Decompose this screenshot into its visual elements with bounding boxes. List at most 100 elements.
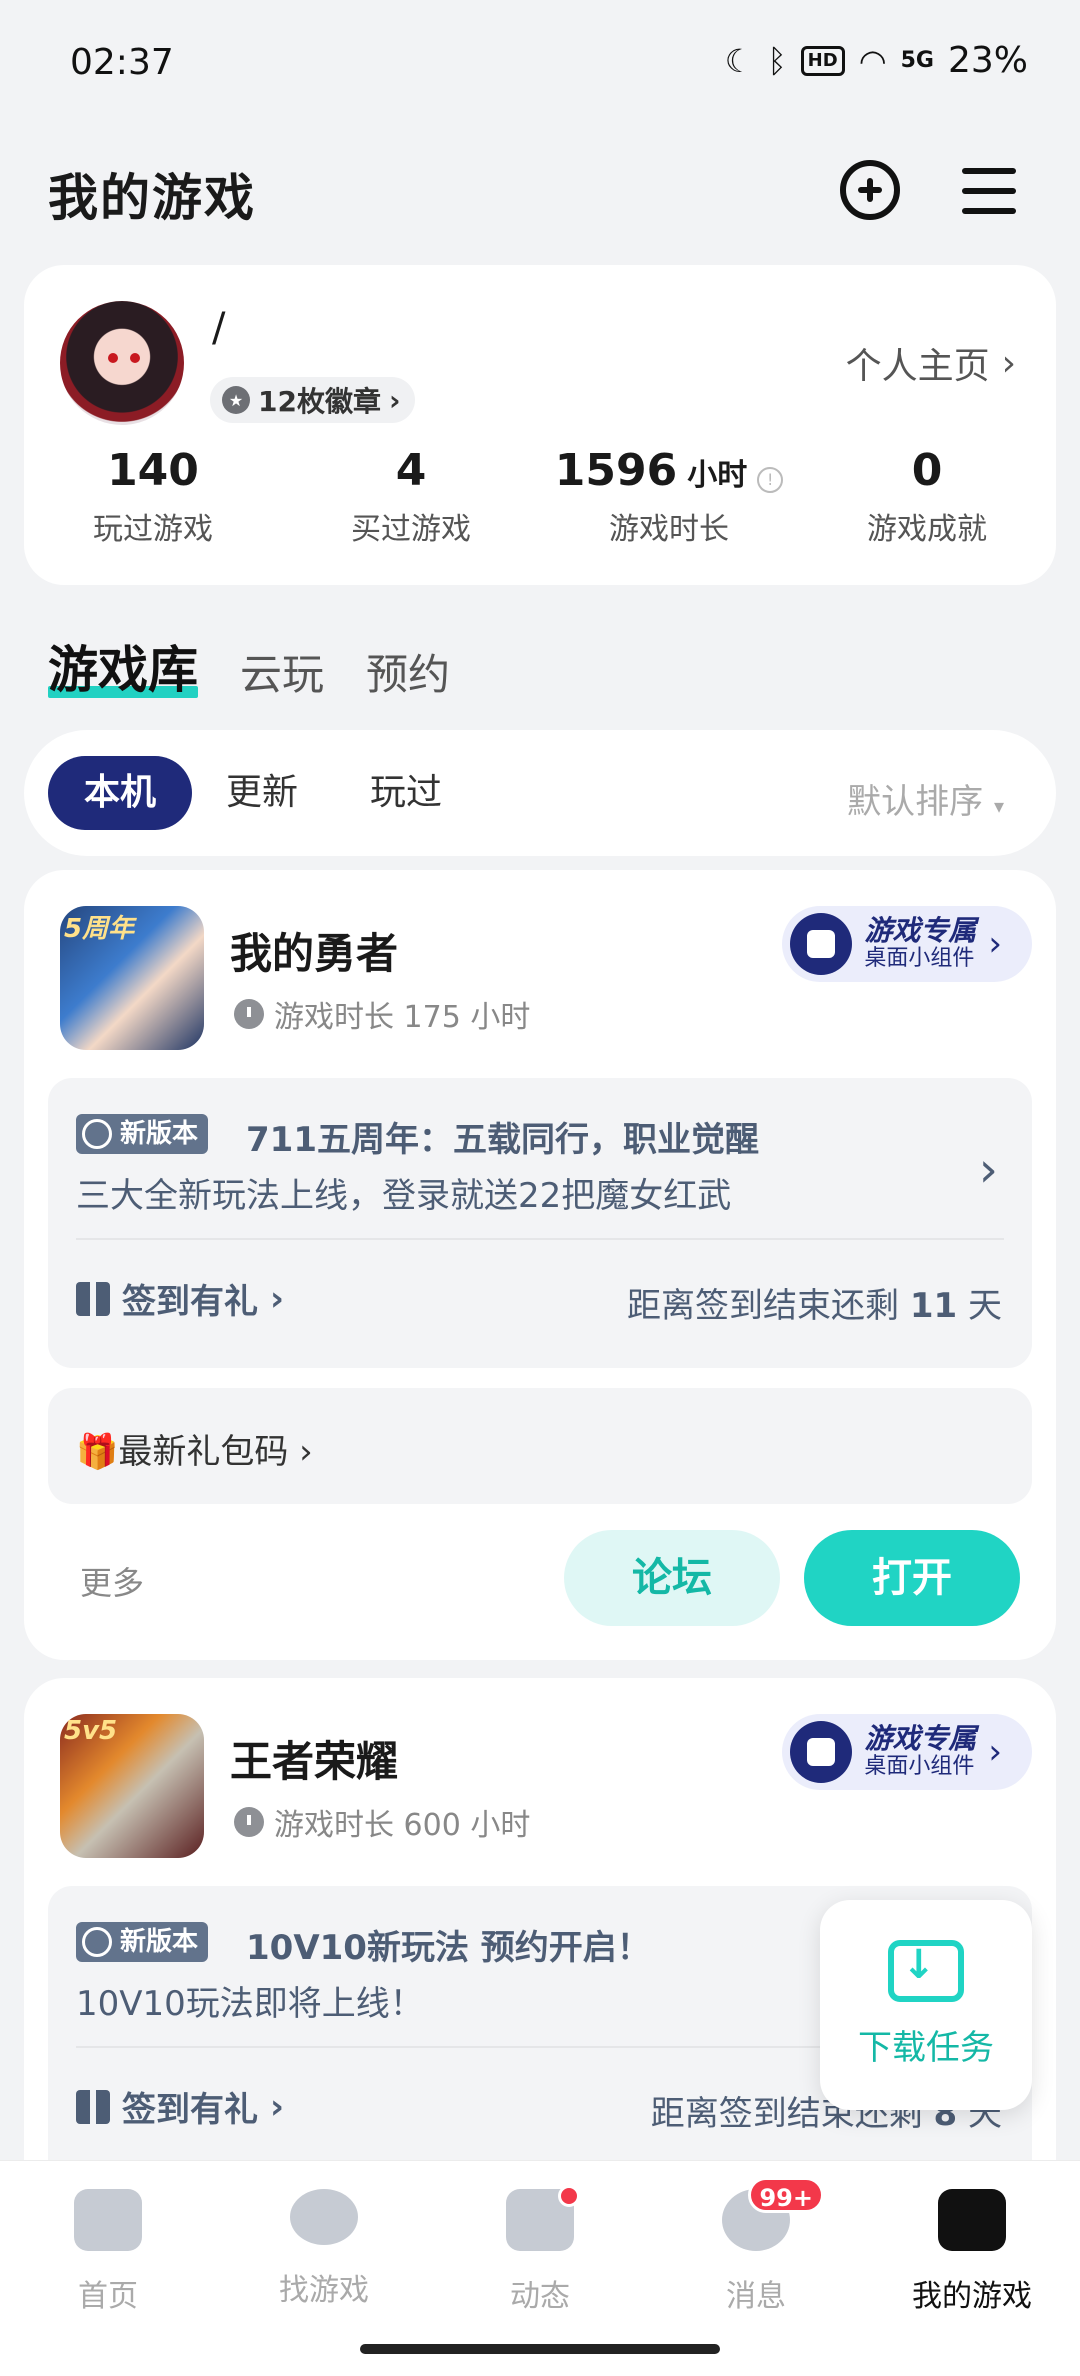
stats-row: 140 玩过游戏 4 买过游戏 1596 小时 ! 游戏时长 0 游戏成就 xyxy=(24,445,1056,548)
filter-bar: 本机 更新 玩过 默认排序 ▾ xyxy=(24,730,1056,856)
homepage-link[interactable]: 个人主页 › xyxy=(846,337,1016,389)
forum-button[interactable]: 论坛 xyxy=(564,1530,780,1626)
game-icon-tag: 5v5 xyxy=(64,1716,118,1746)
info-icon[interactable]: ! xyxy=(757,467,784,493)
game-name[interactable]: 王者荣耀 xyxy=(230,1728,398,1789)
countdown-prefix: 距离签到结束还剩 xyxy=(627,1286,900,1326)
filter-played[interactable]: 玩过 xyxy=(370,756,442,830)
download-task-label: 下载任务 xyxy=(858,2028,994,2068)
avatar[interactable] xyxy=(60,301,184,425)
signin-link[interactable]: 签到有礼 › xyxy=(76,1274,284,1323)
medal-icon: ★ xyxy=(222,386,250,414)
open-button[interactable]: 打开 xyxy=(804,1530,1020,1626)
widget-button[interactable]: 游戏专属 桌面小组件 › xyxy=(782,906,1032,982)
badges-label: 12枚徽章 xyxy=(258,385,381,418)
chevron-right-icon: › xyxy=(978,1142,998,1198)
countdown-days: 11 xyxy=(909,1286,958,1326)
home-indicator[interactable] xyxy=(360,2344,720,2354)
widget-subtitle: 桌面小组件 xyxy=(864,1754,975,1779)
stopwatch-icon xyxy=(234,999,264,1029)
filter-local[interactable]: 本机 xyxy=(48,756,193,830)
game-playtime: 游戏时长 175 小时 xyxy=(234,992,530,1036)
chevron-right-icon: › xyxy=(270,2086,285,2127)
signin-countdown: 距离签到结束还剩 11 天 xyxy=(627,1278,1002,1327)
chevron-right-icon: › xyxy=(388,383,401,417)
nav-label: 找游戏 xyxy=(279,2273,369,2308)
download-icon xyxy=(888,1940,964,2002)
signin-link[interactable]: 签到有礼 › xyxy=(76,2082,284,2131)
stat-label: 游戏成就 xyxy=(867,512,987,547)
username: / xyxy=(212,305,226,351)
chevron-right-icon: › xyxy=(988,924,1002,964)
sort-dropdown[interactable]: 默认排序 ▾ xyxy=(847,774,1004,823)
news-description: 三大全新玩法上线，登录就送22把魔女红武 xyxy=(76,1176,732,1216)
stat-achievements[interactable]: 0 游戏成就 xyxy=(798,445,1056,548)
game-name[interactable]: 我的勇者 xyxy=(230,920,398,981)
nav-label: 消息 xyxy=(726,2279,786,2314)
countdown-suffix: 天 xyxy=(968,1286,1002,1326)
playtime-text: 游戏时长 600 小时 xyxy=(274,1808,531,1843)
stat-value: 0 xyxy=(911,445,943,496)
nav-discover[interactable]: 找游戏 xyxy=(216,2189,432,2309)
nav-label: 我的游戏 xyxy=(912,2279,1032,2314)
more-button[interactable]: 更多 xyxy=(80,1558,144,1604)
status-icons: ☾ ᛒ HD ◠ 5G 23% xyxy=(725,40,1028,81)
giftcode-link[interactable]: 🎁最新礼包码 › xyxy=(48,1388,1032,1504)
stat-bought[interactable]: 4 买过游戏 xyxy=(282,445,540,548)
chevron-right-icon: › xyxy=(299,1432,313,1472)
filter-updates[interactable]: 更新 xyxy=(226,756,298,830)
gift-icon xyxy=(76,2089,110,2124)
planet-icon xyxy=(290,2189,358,2245)
chevron-right-icon: › xyxy=(270,1278,285,1319)
game-icon-tag: 5周年 xyxy=(64,914,135,944)
stat-label: 游戏时长 xyxy=(609,512,729,547)
home-icon xyxy=(74,2189,142,2251)
badges-button[interactable]: ★ 12枚徽章 › xyxy=(210,377,415,423)
signin-label: 签到有礼 xyxy=(122,2090,258,2130)
notification-dot xyxy=(558,2185,580,2207)
chevron-right-icon: › xyxy=(1001,342,1016,384)
new-version-badge: 新版本 xyxy=(76,1922,209,1962)
stat-unit: 小时 xyxy=(687,458,748,493)
nav-messages[interactable]: 99+ 消息 xyxy=(648,2177,864,2315)
news-description: 10V10玩法即将上线！ xyxy=(76,1984,424,2024)
page-title: 我的游戏 xyxy=(48,169,256,227)
stat-played[interactable]: 140 玩过游戏 xyxy=(24,445,282,548)
sort-label: 默认排序 xyxy=(847,782,984,822)
gift-icon xyxy=(76,1281,110,1316)
stat-playtime[interactable]: 1596 小时 ! 游戏时长 xyxy=(540,445,798,548)
news-box[interactable]: 新版本 711五周年：五载同行，职业觉醒 三大全新玩法上线，登录就送22把魔女红… xyxy=(48,1078,1032,1368)
profile-card: / ★ 12枚徽章 › 个人主页 › 140 玩过游戏 4 买过游戏 1596 … xyxy=(24,265,1056,585)
page-header: 我的游戏 xyxy=(0,150,1080,230)
nav-feed[interactable]: 动态 xyxy=(432,2185,648,2315)
game-icon[interactable]: 5周年 xyxy=(60,906,204,1050)
stat-label: 买过游戏 xyxy=(351,512,471,547)
tab-cloud[interactable]: 云玩 xyxy=(240,641,324,702)
download-task-button[interactable]: 下载任务 xyxy=(820,1900,1032,2110)
widget-button[interactable]: 游戏专属 桌面小组件 › xyxy=(782,1714,1032,1790)
bluetooth-icon: ᛒ xyxy=(767,41,787,80)
tab-library[interactable]: 游戏库 xyxy=(48,630,198,702)
stat-value: 1596 xyxy=(554,445,678,496)
nav-label: 动态 xyxy=(510,2279,570,2314)
giftcode-label: 🎁最新礼包码 xyxy=(76,1432,289,1472)
signin-label: 签到有礼 xyxy=(122,1282,258,1322)
news-title: 711五周年：五载同行，职业觉醒 xyxy=(246,1120,759,1160)
tab-reservation[interactable]: 预约 xyxy=(366,641,450,702)
add-icon[interactable] xyxy=(840,160,900,220)
homepage-label: 个人主页 xyxy=(845,346,990,387)
widget-title: 游戏专属 xyxy=(864,1722,977,1755)
gamepad-icon xyxy=(790,913,853,975)
game-card: 5周年 我的勇者 游戏时长 175 小时 游戏专属 桌面小组件 › 新版本 71… xyxy=(24,870,1056,1660)
stat-value: 4 xyxy=(395,445,427,496)
unread-badge: 99+ xyxy=(748,2177,824,2213)
nav-my-games[interactable]: 我的游戏 xyxy=(864,2189,1080,2315)
stat-label: 玩过游戏 xyxy=(93,512,213,547)
hd-icon: HD xyxy=(800,45,845,76)
playtime-text: 游戏时长 175 小时 xyxy=(274,1000,531,1035)
game-icon[interactable]: 5v5 xyxy=(60,1714,204,1858)
news-title: 10V10新玩法 预约开启！ xyxy=(246,1928,651,1968)
menu-icon[interactable] xyxy=(962,168,1016,214)
library-tabs: 游戏库 云玩 预约 xyxy=(48,630,450,702)
nav-home[interactable]: 首页 xyxy=(0,2189,216,2315)
